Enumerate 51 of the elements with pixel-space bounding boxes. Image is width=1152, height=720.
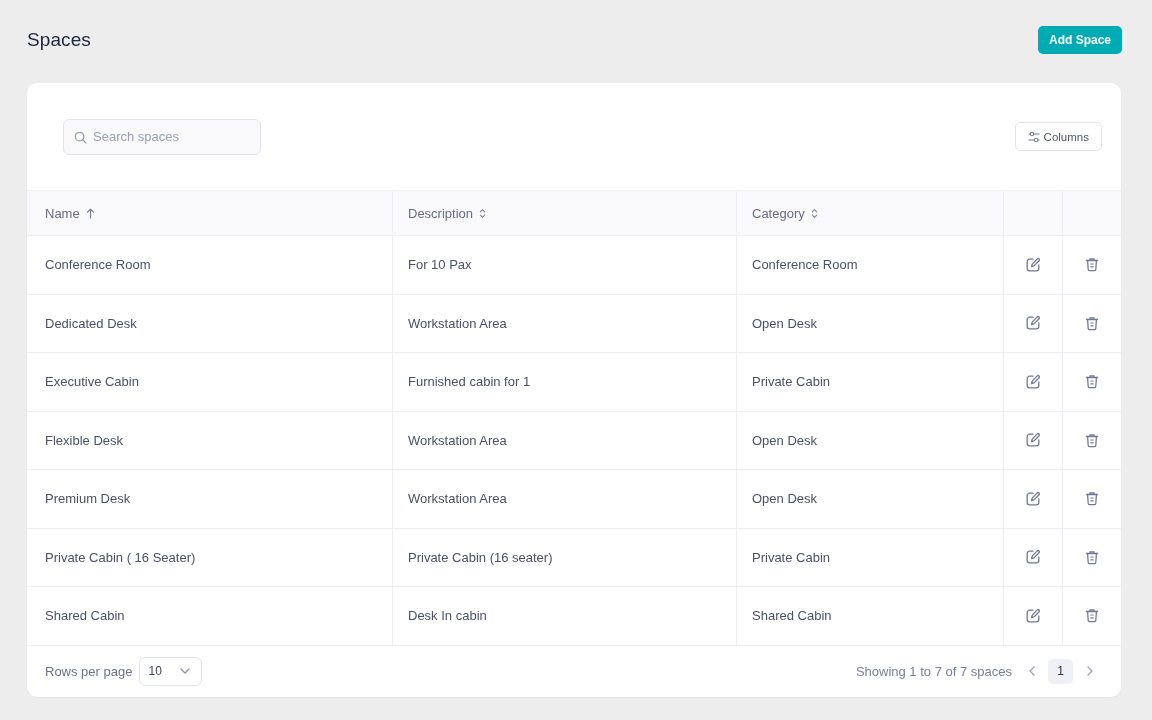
add-space-button[interactable]: Add Space (1038, 26, 1122, 54)
page-button[interactable]: 1 (1048, 658, 1073, 684)
edit-icon[interactable] (1025, 607, 1041, 624)
search-icon (74, 130, 87, 144)
table-cell: Dedicated Desk (45, 315, 137, 331)
table-cell: Conference Room (45, 257, 151, 273)
table-cell: Workstation Area (408, 315, 507, 331)
edit-icon[interactable] (1025, 432, 1041, 449)
sliders-icon (1027, 130, 1040, 143)
trash-icon[interactable] (1085, 549, 1099, 565)
trash-icon[interactable] (1085, 608, 1099, 624)
edit-icon[interactable] (1025, 549, 1041, 566)
pagination-summary: Showing 1 to 7 of 7 spaces (855, 663, 1012, 679)
table-cell: Executive Cabin (45, 374, 139, 390)
trash-icon[interactable] (1085, 432, 1099, 448)
table-cell: Workstation Area (408, 432, 507, 448)
trash-icon[interactable] (1085, 315, 1099, 331)
columns-button[interactable]: Columns (1014, 122, 1102, 151)
edit-icon[interactable] (1025, 490, 1041, 507)
table-cell: Flexible Desk (45, 432, 124, 448)
table-cell: Open Desk (752, 315, 818, 331)
table-cell: Open Desk (752, 491, 818, 507)
table-cell: Desk In cabin (408, 608, 487, 624)
chevron-right-icon[interactable] (1087, 666, 1093, 676)
edit-icon[interactable] (1025, 315, 1041, 332)
table-cell: Workstation Area (408, 491, 507, 507)
rows-per-page-select[interactable]: 10 (139, 656, 203, 686)
table-cell: Furnished cabin for 1 (408, 374, 531, 390)
table-cell: Shared Cabin (752, 608, 832, 624)
table-cell: Premium Desk (45, 491, 131, 507)
table-cell: Conference Room (752, 257, 858, 273)
trash-icon[interactable] (1085, 374, 1099, 390)
trash-icon[interactable] (1085, 257, 1099, 273)
table-cell: Private Cabin ( 16 Seater) (45, 549, 196, 565)
table-cell: Shared Cabin (45, 608, 125, 624)
page-title: Spaces (27, 29, 91, 51)
table-cell: Private Cabin (752, 374, 831, 390)
chevron-left-icon[interactable] (1029, 666, 1035, 676)
column-header[interactable]: Category (737, 191, 1004, 235)
table-cell: Private Cabin (752, 549, 831, 565)
edit-icon[interactable] (1025, 256, 1041, 273)
table-cell: For 10 Pax (408, 257, 472, 273)
table-cell: Open Desk (752, 432, 818, 448)
column-header[interactable]: Name (27, 191, 393, 235)
search-field[interactable]: Search spaces (63, 118, 261, 155)
column-header[interactable]: Description (393, 191, 737, 235)
trash-icon[interactable] (1085, 491, 1099, 507)
chevron-down-icon (180, 668, 191, 674)
table-cell: Private Cabin (16 seater) (408, 549, 553, 565)
rows-per-page-label: Rows per page (45, 663, 133, 679)
edit-icon[interactable] (1025, 373, 1041, 390)
